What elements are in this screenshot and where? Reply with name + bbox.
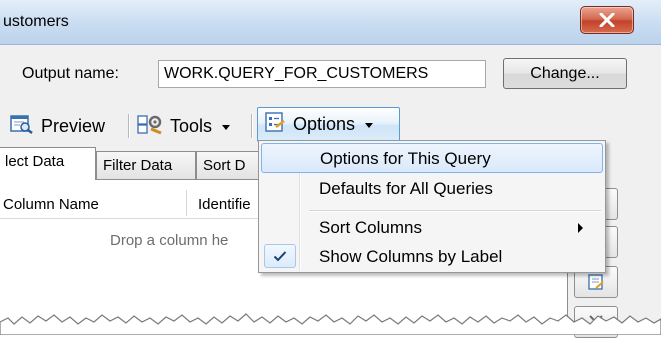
query-dialog: ustomers Output name: WORK.QUERY_FOR_CUS… bbox=[0, 0, 661, 338]
tab-filter-data[interactable]: Filter Data bbox=[96, 151, 196, 179]
drop-column-hint: Drop a column he bbox=[110, 232, 229, 249]
menu-item-label: Defaults for All Queries bbox=[319, 179, 493, 198]
tools-dropdown-arrow-icon bbox=[222, 124, 231, 130]
options-button[interactable]: Options bbox=[257, 107, 400, 142]
menu-item-defaults-for-all-queries[interactable]: Defaults for All Queries bbox=[261, 174, 603, 204]
tab-sort-data[interactable]: Sort D bbox=[196, 151, 266, 179]
tools-icon bbox=[137, 113, 163, 140]
menu-item-sort-columns[interactable]: Sort Columns bbox=[261, 213, 603, 243]
window-title: ustomers bbox=[3, 13, 69, 30]
close-icon bbox=[599, 13, 615, 27]
header-underline bbox=[0, 218, 290, 219]
output-name-field[interactable]: WORK.QUERY_FOR_CUSTOMERS bbox=[158, 60, 486, 88]
tab-select-data[interactable]: lect Data bbox=[0, 147, 96, 180]
toolbar-separator bbox=[251, 114, 253, 138]
menu-item-label: Options for This Query bbox=[320, 149, 491, 168]
torn-edge bbox=[0, 313, 661, 335]
preview-label: Preview bbox=[41, 115, 106, 136]
menu-separator bbox=[309, 210, 601, 212]
options-dropdown-arrow-icon bbox=[365, 123, 374, 128]
column-name-header[interactable]: Column Name bbox=[3, 196, 99, 213]
options-icon bbox=[264, 111, 286, 138]
menu-item-options-for-this-query[interactable]: Options for This Query bbox=[261, 143, 603, 173]
output-name-label: Output name: bbox=[22, 65, 119, 82]
identifier-header[interactable]: Identifie bbox=[198, 196, 251, 213]
close-button[interactable] bbox=[580, 6, 634, 34]
menu-item-label: Sort Columns bbox=[319, 218, 422, 237]
tools-button[interactable]: Tools bbox=[137, 112, 231, 140]
preview-icon bbox=[10, 114, 34, 139]
toolbar-separator bbox=[128, 114, 130, 138]
title-bar: ustomers bbox=[0, 0, 661, 45]
options-label: Options bbox=[293, 114, 356, 134]
preview-button[interactable]: Preview bbox=[10, 112, 105, 140]
checkmark-icon bbox=[264, 244, 296, 268]
change-button[interactable]: Change... bbox=[503, 58, 627, 89]
menu-item-show-columns-by-label[interactable]: Show Columns by Label bbox=[261, 242, 603, 272]
tools-label: Tools bbox=[170, 115, 213, 136]
properties-icon bbox=[588, 274, 604, 290]
submenu-arrow-icon bbox=[578, 223, 583, 233]
options-menu: Options for This Query Defaults for All … bbox=[258, 140, 606, 273]
column-divider bbox=[186, 190, 187, 216]
menu-item-label: Show Columns by Label bbox=[319, 247, 503, 266]
